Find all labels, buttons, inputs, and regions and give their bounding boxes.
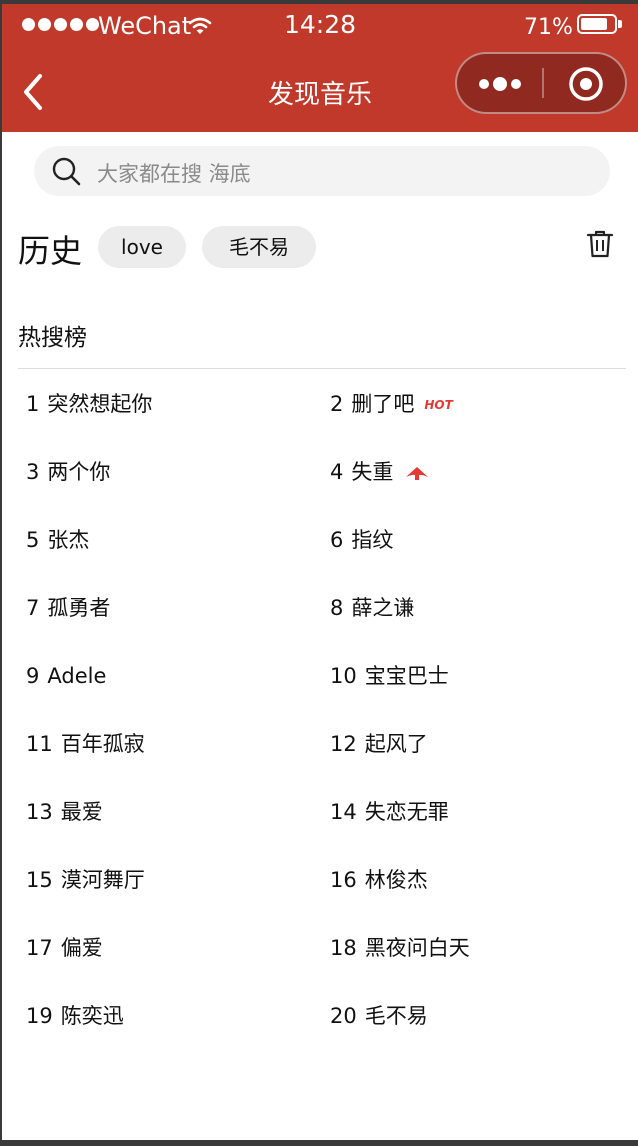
header: WeChat 14:28 71% 发现音乐 — [2, 4, 638, 132]
more-dots-icon — [479, 77, 521, 91]
hot-badge: HOT — [424, 398, 453, 412]
hot-item[interactable]: 18 黑夜问白天 — [330, 918, 470, 978]
hot-item[interactable]: 20 毛不易 — [330, 986, 428, 1046]
search-placeholder: 大家都在搜 海底 — [97, 162, 251, 186]
status-bar: WeChat 14:28 71% — [2, 4, 638, 48]
hot-item[interactable]: 12 起风了 — [330, 714, 428, 774]
hot-item[interactable]: 3 两个你 — [26, 442, 110, 502]
window-frame-left — [0, 0, 2, 1146]
hot-item[interactable]: 4 失重 — [330, 442, 431, 502]
window-frame-bottom — [0, 1140, 638, 1146]
more-button[interactable] — [457, 54, 543, 112]
hot-item[interactable]: 9 Adele — [26, 646, 106, 706]
hot-item[interactable]: 6 指纹 — [330, 510, 393, 570]
history-chip[interactable]: 毛不易 — [202, 226, 316, 268]
hot-item[interactable]: 2 删了吧 HOT — [330, 374, 453, 434]
hot-item[interactable]: 5 张杰 — [26, 510, 89, 570]
hot-item[interactable]: 7 孤勇者 — [26, 578, 110, 638]
hot-search-title: 热搜榜 — [18, 325, 87, 351]
hot-item[interactable]: 17 偏爱 — [26, 918, 103, 978]
search-icon — [52, 157, 81, 186]
battery-icon — [577, 14, 623, 36]
hot-item[interactable]: 13 最爱 — [26, 782, 103, 842]
history-chip[interactable]: love — [98, 226, 186, 268]
hot-item[interactable]: 1 突然想起你 — [26, 374, 152, 434]
mini-program-capsule — [455, 52, 627, 114]
hot-item[interactable]: 15 漠河舞厅 — [26, 850, 145, 910]
trash-icon — [586, 230, 614, 258]
battery-percentage: 71% — [524, 15, 573, 40]
target-circle-icon — [569, 67, 603, 101]
history-title: 历史 — [18, 232, 83, 270]
capsule-divider — [542, 68, 544, 98]
hot-item[interactable]: 19 陈奕迅 — [26, 986, 124, 1046]
trend-up-icon — [406, 467, 429, 480]
close-miniprogram-button[interactable] — [545, 54, 627, 112]
hot-item[interactable]: 8 薛之谦 — [330, 578, 414, 638]
hot-item[interactable]: 16 林俊杰 — [330, 850, 428, 910]
section-divider — [18, 368, 626, 369]
search-input[interactable]: 大家都在搜 海底 — [34, 146, 610, 196]
hot-item[interactable]: 10 宝宝巴士 — [330, 646, 449, 706]
hot-item[interactable]: 11 百年孤寂 — [26, 714, 145, 774]
hot-item[interactable]: 14 失恋无罪 — [330, 782, 449, 842]
clear-history-button[interactable] — [584, 228, 616, 260]
